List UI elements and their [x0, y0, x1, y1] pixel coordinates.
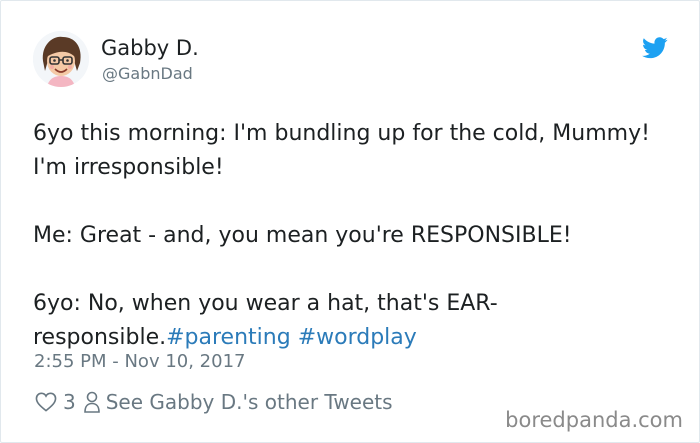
author-handle[interactable]: @GabnDad [102, 64, 193, 83]
hashtag-wordplay[interactable]: #wordplay [298, 325, 417, 350]
tweet-actions: 3 See Gabby D.'s other Tweets [35, 388, 393, 416]
boredpanda-watermark: boredpanda.com [505, 408, 683, 432]
hashtag-parenting[interactable]: #parenting [166, 325, 291, 350]
tweet-card: Gabby D. @GabnDad 6yo this morning: I'm … [0, 0, 700, 443]
tweet-text: 6yo this morning: I'm bundling up for th… [33, 117, 673, 355]
tweet-timestamp[interactable]: 2:55 PM - Nov 10, 2017 [34, 351, 245, 372]
cartoon-avatar-icon [33, 31, 89, 87]
like-count[interactable]: 3 [63, 390, 76, 414]
twitter-bird-icon[interactable] [642, 37, 668, 59]
person-icon [83, 391, 100, 413]
tweet-line-2: Me: Great - and, you mean you're RESPONS… [33, 223, 572, 248]
heart-icon[interactable] [35, 392, 57, 412]
see-other-tweets-link[interactable]: See Gabby D.'s other Tweets [106, 390, 393, 414]
author-avatar[interactable] [33, 31, 89, 87]
tweet-line-3: 6yo: No, when you wear a hat, that's EAR… [33, 287, 673, 355]
tweet-line-1: 6yo this morning: I'm bundling up for th… [33, 121, 650, 180]
author-name[interactable]: Gabby D. [101, 36, 199, 60]
